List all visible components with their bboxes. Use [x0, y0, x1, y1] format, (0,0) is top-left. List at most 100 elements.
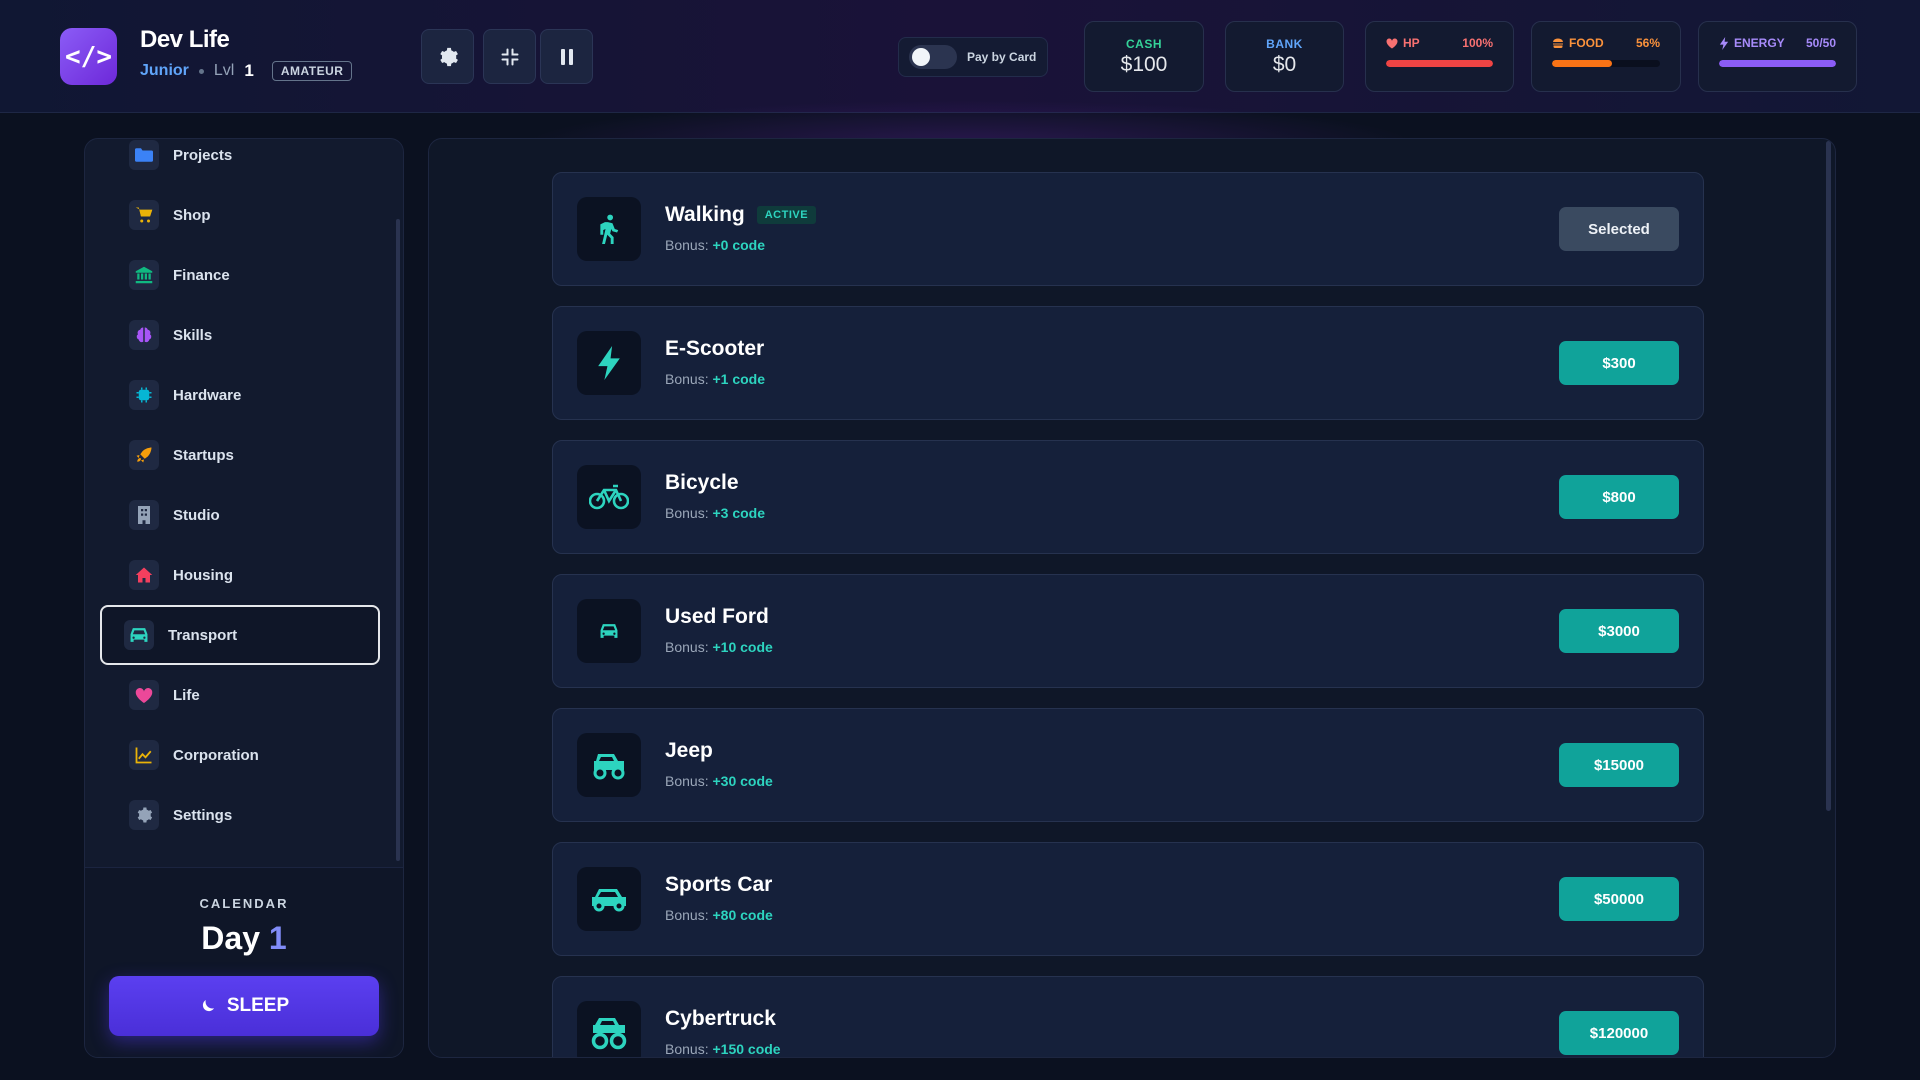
sleep-button[interactable]: SLEEP [109, 976, 379, 1036]
burger-icon [1553, 38, 1563, 48]
buy-button[interactable]: $120000 [1559, 1011, 1679, 1055]
bonus-label: Bonus: [665, 907, 709, 923]
sidebar-item-studio[interactable]: Studio [101, 486, 381, 544]
transport-name-row: Walking ACTIVE [665, 203, 817, 227]
sidebar-item-label: Shop [173, 206, 211, 224]
sidebar-item-shop[interactable]: Shop [101, 186, 381, 244]
pay-by-card-toggle[interactable]: Pay by Card [898, 37, 1048, 77]
bonus-value: +3 code [712, 505, 766, 521]
level-label: Lvl [213, 62, 235, 79]
sidebar-item-housing[interactable]: Housing [101, 546, 381, 604]
building-icon [129, 500, 159, 530]
transport-card: Walking ACTIVE Bonus: +0 code Selected [552, 172, 1704, 286]
transport-card: Used Ford Bonus: +10 code $3000 [552, 574, 1704, 688]
bicycle-icon [577, 465, 641, 529]
transport-bonus: Bonus: +0 code [665, 237, 765, 253]
pause-button[interactable] [540, 29, 593, 84]
heart-icon [129, 680, 159, 710]
sidebar-item-startups[interactable]: Startups [101, 426, 381, 484]
transport-bonus: Bonus: +1 code [665, 371, 765, 387]
buy-button[interactable]: $800 [1559, 475, 1679, 519]
food-label: FOOD [1569, 36, 1604, 50]
sidebar-item-settings[interactable]: Settings [101, 786, 381, 844]
active-badge: ACTIVE [756, 206, 817, 224]
sidebar-item-corporation[interactable]: Corporation [101, 726, 381, 784]
sidebar-item-life[interactable]: Life [101, 666, 381, 724]
bonus-label: Bonus: [665, 773, 709, 789]
sidebar-item-label: Projects [173, 146, 233, 164]
transport-name: Jeep [665, 739, 713, 762]
bonus-value: +0 code [712, 237, 766, 253]
transport-card: Jeep Bonus: +30 code $15000 [552, 708, 1704, 822]
transport-name-row: Jeep [665, 739, 713, 763]
food-bar-fill [1552, 60, 1613, 67]
day-number: 1 [268, 920, 287, 956]
sidebar-item-hardware[interactable]: Hardware [101, 366, 381, 424]
transport-panel: Walking ACTIVE Bonus: +0 code Selected E-Sco… [428, 138, 1836, 1058]
truck-icon [577, 733, 641, 797]
transport-name-row: Used Ford [665, 605, 769, 629]
car-icon [577, 599, 641, 663]
bonus-value: +150 code [712, 1041, 781, 1057]
energy-meter: ENERGY 50/50 [1698, 21, 1857, 92]
buy-button[interactable]: $300 [1559, 341, 1679, 385]
sidebar-item-transport[interactable]: Transport [100, 605, 380, 665]
buy-button[interactable]: $3000 [1559, 609, 1679, 653]
transport-card: Bicycle Bonus: +3 code $800 [552, 440, 1704, 554]
sports-car-icon [577, 867, 641, 931]
transport-name: E-Scooter [665, 337, 765, 360]
bank-icon [129, 260, 159, 290]
fullscreen-exit-button[interactable] [483, 29, 536, 84]
transport-bonus: Bonus: +80 code [665, 907, 773, 923]
bonus-value: +10 code [712, 639, 773, 655]
sidebar-item-projects[interactable]: Projects [101, 139, 381, 184]
cash-display: CASH $100 [1084, 21, 1204, 92]
sidebar-item-label: Corporation [173, 746, 259, 764]
transport-card: Cybertruck Bonus: +150 code $120000 [552, 976, 1704, 1057]
sidebar-item-label: Startups [173, 446, 234, 464]
rocket-icon [129, 440, 159, 470]
transport-name: Used Ford [665, 605, 769, 628]
transport-name: Bicycle [665, 471, 739, 494]
calendar-panel: CALENDAR Day 1 SLEEP [85, 867, 403, 1057]
sidebar-item-finance[interactable]: Finance [101, 246, 381, 304]
transport-card: Sports Car Bonus: +80 code $50000 [552, 842, 1704, 956]
transport-name: Cybertruck [665, 1007, 776, 1030]
sidebar-item-skills[interactable]: Skills [101, 306, 381, 364]
bonus-label: Bonus: [665, 237, 709, 253]
transport-name-row: Bicycle [665, 471, 739, 495]
sidebar-item-label: Studio [173, 506, 220, 524]
bonus-label: Bonus: [665, 639, 709, 655]
cart-icon [129, 200, 159, 230]
sidebar-item-label: Transport [168, 626, 238, 644]
heart-icon [1386, 37, 1398, 48]
sidebar-scrollbar[interactable] [396, 219, 400, 861]
level-value: 1 [244, 61, 254, 80]
main-scrollbar[interactable] [1826, 141, 1831, 811]
toggle-switch[interactable] [909, 45, 957, 69]
sidebar-item-label: Housing [173, 566, 233, 584]
transport-card: E-Scooter Bonus: +1 code $300 [552, 306, 1704, 420]
transport-name-row: Sports Car [665, 873, 772, 897]
calendar-day: Day 1 [85, 920, 403, 957]
cash-label: CASH [1125, 36, 1162, 51]
chip-icon [129, 380, 159, 410]
transport-name: Walking [665, 203, 745, 226]
compress-icon [501, 48, 518, 65]
sidebar-item-label: Life [173, 686, 200, 704]
bonus-label: Bonus: [665, 1041, 709, 1057]
selected-button[interactable]: Selected [1559, 207, 1679, 251]
sidebar-item-label: Settings [173, 806, 233, 824]
energy-bar-fill [1719, 60, 1836, 67]
brain-icon [129, 320, 159, 350]
house-icon [129, 560, 159, 590]
chart-line-icon [129, 740, 159, 770]
buy-button[interactable]: $50000 [1559, 877, 1679, 921]
moon-icon [202, 1000, 214, 1012]
code-logo-icon: </> [60, 28, 117, 85]
hp-meter: HP 100% [1365, 21, 1514, 92]
buy-button[interactable]: $15000 [1559, 743, 1679, 787]
bolt-icon [577, 331, 641, 395]
settings-button[interactable] [421, 29, 474, 84]
transport-bonus: Bonus: +10 code [665, 639, 773, 655]
